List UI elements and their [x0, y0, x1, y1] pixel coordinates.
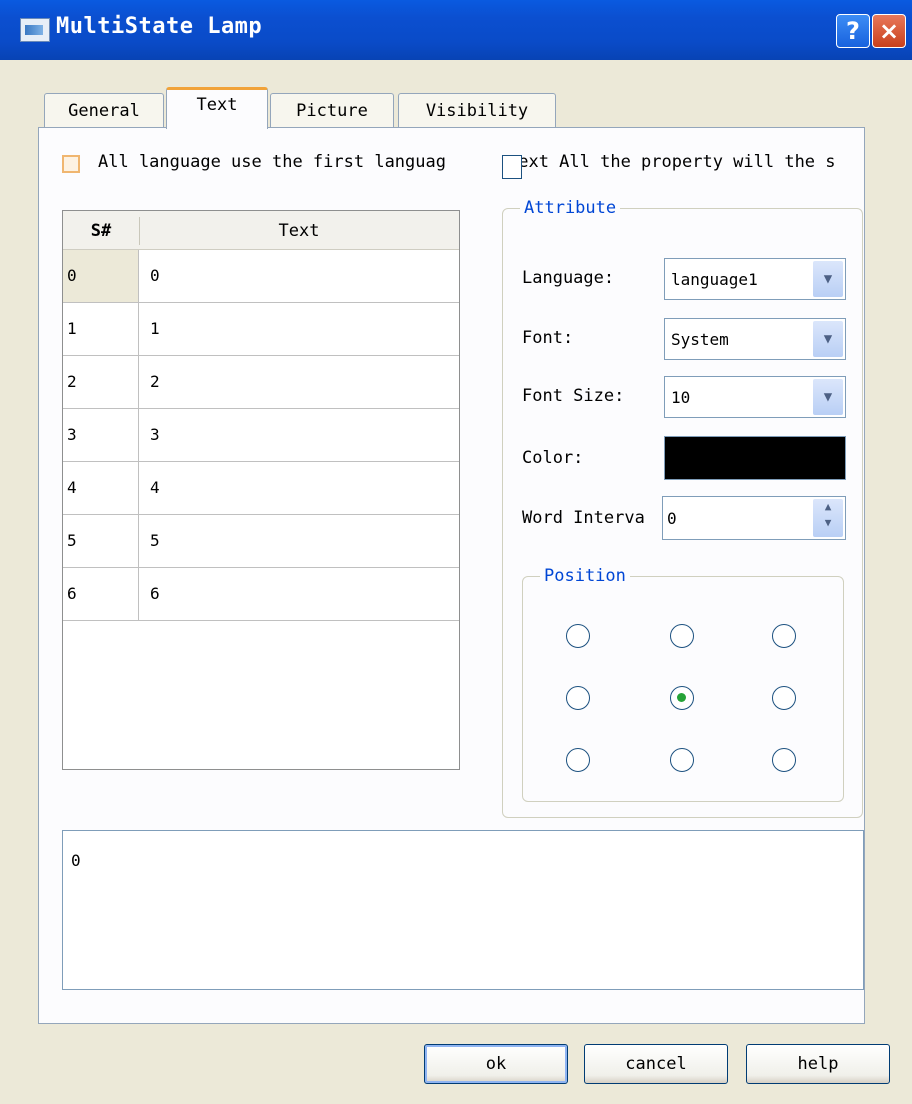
table-row[interactable]: 6 6: [63, 568, 459, 621]
first-language-label: All language use the first languag: [98, 152, 446, 172]
font-size-value: 10: [671, 388, 691, 407]
position-middle-right-radio[interactable]: [772, 686, 796, 710]
row-text[interactable]: 4: [140, 462, 458, 514]
position-bottom-right-radio[interactable]: [772, 748, 796, 772]
spin-arrows-icon[interactable]: ▲ ▼: [813, 499, 843, 537]
position-top-right-radio[interactable]: [772, 624, 796, 648]
tab-visibility[interactable]: Visibility: [398, 93, 556, 129]
position-middle-left-radio[interactable]: [566, 686, 590, 710]
font-select[interactable]: System ▼: [664, 318, 846, 360]
language-label: Language:: [522, 268, 615, 288]
position-bottom-left-radio[interactable]: [566, 748, 590, 772]
chevron-down-icon[interactable]: ▼: [813, 261, 843, 297]
column-header-text[interactable]: Text: [140, 211, 458, 249]
title-bar[interactable]: MultiState Lamp ? ×: [0, 0, 912, 60]
help-button[interactable]: help: [746, 1044, 890, 1084]
position-top-center-radio[interactable]: [670, 624, 694, 648]
column-header-sn[interactable]: S#: [63, 211, 139, 249]
word-interval-label: Word Interva: [522, 508, 645, 528]
table-row[interactable]: 2 2: [63, 356, 459, 409]
word-interval-value: 0: [667, 509, 677, 528]
text-grid[interactable]: S# Text 0 0 1 1 2 2 3 3 4 4 5 5 6 6: [62, 210, 460, 770]
window-title: MultiState Lamp: [56, 14, 263, 39]
position-group-title: Position: [540, 566, 630, 586]
all-property-label: text All the property will the s: [508, 152, 836, 172]
row-text[interactable]: 1: [140, 303, 458, 355]
row-text[interactable]: 6: [140, 568, 458, 620]
row-text[interactable]: 2: [140, 356, 458, 408]
font-size-select[interactable]: 10 ▼: [664, 376, 846, 418]
tab-general[interactable]: General: [44, 93, 164, 129]
text-edit-area[interactable]: 0: [62, 830, 864, 990]
chevron-down-icon[interactable]: ▼: [813, 379, 843, 415]
all-property-checkbox[interactable]: [502, 155, 522, 179]
word-interval-stepper[interactable]: 0 ▲ ▼: [662, 496, 846, 540]
color-picker[interactable]: [664, 436, 846, 480]
row-number: 6: [63, 568, 139, 620]
text-edit-value: 0: [71, 851, 81, 870]
dialog-window: MultiState Lamp ? × General Text Picture…: [0, 0, 912, 1104]
row-number: 3: [63, 409, 139, 461]
first-language-checkbox[interactable]: [62, 155, 80, 173]
row-number: 5: [63, 515, 139, 567]
position-middle-center-radio[interactable]: [670, 686, 694, 710]
attribute-group-title: Attribute: [520, 198, 621, 218]
row-text[interactable]: 0: [140, 250, 458, 302]
row-number: 1: [63, 303, 139, 355]
help-title-button[interactable]: ?: [836, 14, 870, 48]
table-row[interactable]: 4 4: [63, 462, 459, 515]
font-label: Font:: [522, 328, 574, 348]
row-number: 0: [63, 250, 139, 302]
table-row[interactable]: 5 5: [63, 515, 459, 568]
close-button[interactable]: ×: [872, 14, 906, 48]
position-bottom-center-radio[interactable]: [670, 748, 694, 772]
font-value: System: [671, 330, 729, 349]
tab-picture[interactable]: Picture: [270, 93, 394, 129]
language-value: language1: [671, 270, 758, 289]
tab-text[interactable]: Text: [166, 87, 268, 129]
table-row[interactable]: 0 0: [63, 250, 459, 303]
row-number: 4: [63, 462, 139, 514]
cancel-button[interactable]: cancel: [584, 1044, 728, 1084]
row-text[interactable]: 3: [140, 409, 458, 461]
language-select[interactable]: language1 ▼: [664, 258, 846, 300]
app-icon: [20, 18, 50, 42]
chevron-down-icon[interactable]: ▼: [813, 321, 843, 357]
table-row[interactable]: 1 1: [63, 303, 459, 356]
font-size-label: Font Size:: [522, 386, 625, 406]
row-text[interactable]: 5: [140, 515, 458, 567]
row-number: 2: [63, 356, 139, 408]
color-label: Color:: [522, 448, 584, 468]
grid-header: S# Text: [63, 211, 459, 250]
position-top-left-radio[interactable]: [566, 624, 590, 648]
ok-button[interactable]: ok: [424, 1044, 568, 1084]
table-row[interactable]: 3 3: [63, 409, 459, 462]
